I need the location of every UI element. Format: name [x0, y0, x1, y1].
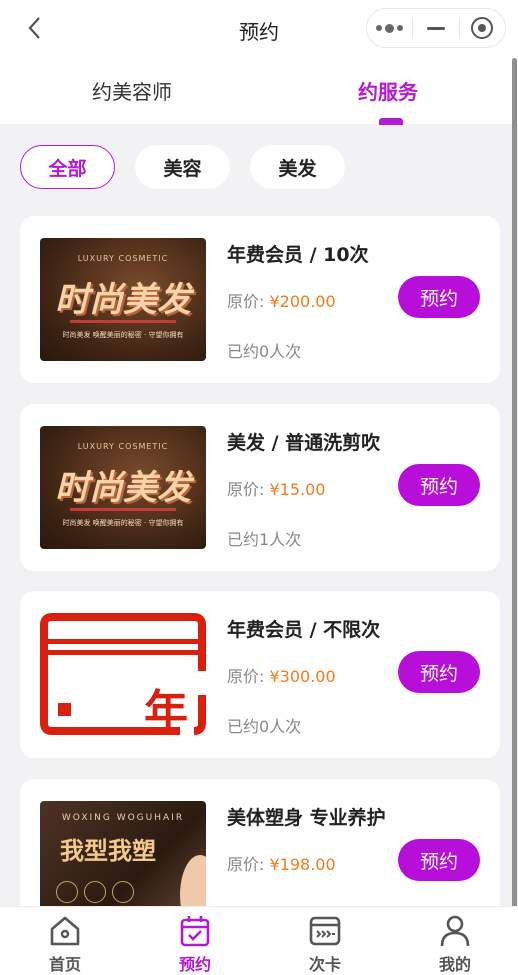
book-button[interactable]: 预约	[398, 276, 480, 318]
poster-main-text: 时尚美发	[55, 468, 191, 508]
service-price: 原价: ¥300.00	[227, 663, 336, 687]
price-value: ¥15.00	[269, 480, 326, 499]
booked-count: 已约0人次	[227, 717, 302, 736]
service-image: LUXURY COSMETIC 时尚美发 时尚美发 唤醒美丽的秘密 · 守望你拥…	[40, 426, 206, 549]
poster-top-text: LUXURY COSMETIC	[77, 442, 169, 451]
price-value: ¥200.00	[269, 292, 336, 311]
tabbar-item-card[interactable]: 次卡	[285, 913, 365, 975]
price-value: ¥198.00	[269, 855, 336, 874]
user-icon	[437, 913, 473, 949]
price-label: 原价:	[227, 667, 265, 686]
poster-divider	[70, 508, 176, 511]
tabbar-label: 我的	[438, 955, 471, 974]
poster-main-text: 时尚美发	[55, 280, 191, 320]
filter-all[interactable]: 全部	[20, 145, 115, 189]
service-title: 美体塑身 专业养护	[227, 807, 386, 829]
tabbar-label: 次卡	[308, 955, 341, 974]
target-icon[interactable]	[460, 9, 505, 47]
calendar-check-icon	[177, 913, 213, 949]
service-price: 原价: ¥15.00	[227, 476, 325, 500]
price-label: 原价:	[227, 855, 265, 874]
poster-badges	[56, 881, 134, 903]
tabbar-item-profile[interactable]: 我的	[415, 913, 495, 975]
year-card-icon: 年	[40, 613, 206, 736]
year-card-text: 年	[144, 686, 188, 736]
poster-divider	[70, 320, 176, 323]
service-image: 年	[40, 613, 206, 736]
service-title: 年费会员 / 不限次	[227, 619, 381, 641]
home-icon	[47, 913, 83, 949]
booked-count: 已约1人次	[227, 530, 302, 549]
category-filter: 全部 美容 美发	[20, 145, 345, 189]
poster-top-text: LUXURY COSMETIC	[77, 254, 169, 263]
tabbar-item-booking[interactable]: 预约	[155, 913, 235, 975]
poster-caption: 时尚美发 唤醒美丽的秘密 · 守望你拥有	[62, 331, 184, 339]
navigation-bar: 预约	[0, 0, 518, 58]
price-value: ¥300.00	[269, 667, 336, 686]
service-card[interactable]: LUXURY COSMETIC 时尚美发 时尚美发 唤醒美丽的秘密 · 守望你拥…	[20, 404, 500, 571]
more-dots-icon[interactable]	[367, 9, 412, 47]
filter-beauty[interactable]: 美容	[135, 145, 230, 189]
tabbar-item-home[interactable]: 首页	[25, 913, 105, 975]
book-button[interactable]: 预约	[398, 464, 480, 506]
bottom-tab-bar: 首页 预约 次卡 我的	[0, 906, 518, 975]
poster-top-text: WOXING WOGUHAIR	[61, 813, 185, 823]
mini-program-capsule	[366, 8, 506, 48]
service-price: 原价: ¥200.00	[227, 288, 336, 312]
filter-hair[interactable]: 美发	[250, 145, 345, 189]
service-title: 年费会员 / 10次	[227, 244, 369, 266]
card-icon	[307, 913, 343, 949]
tabbar-label: 预约	[178, 955, 211, 974]
scrollbar[interactable]	[512, 58, 517, 916]
poster-caption: 时尚美发 唤醒美丽的秘密 · 守望你拥有	[62, 519, 184, 527]
price-label: 原价:	[227, 292, 265, 311]
minimize-icon[interactable]	[413, 9, 458, 47]
book-button[interactable]: 预约	[398, 651, 480, 693]
poster-main-text: 我型我塑	[60, 837, 156, 865]
book-button[interactable]: 预约	[398, 839, 480, 881]
service-card[interactable]: LUXURY COSMETIC 时尚美发 时尚美发 唤醒美丽的秘密 · 守望你拥…	[20, 216, 500, 383]
segment-tabs: 约美容师 约服务	[0, 58, 518, 124]
tabbar-label: 首页	[48, 955, 81, 974]
active-tab-indicator	[379, 118, 403, 125]
price-label: 原价:	[227, 480, 265, 499]
service-image: LUXURY COSMETIC 时尚美发 时尚美发 唤醒美丽的秘密 · 守望你拥…	[40, 238, 206, 361]
service-price: 原价: ¥198.00	[227, 851, 336, 875]
tab-beautician[interactable]: 约美容师	[92, 76, 172, 105]
tab-service[interactable]: 约服务	[358, 76, 418, 105]
service-card[interactable]: 年 年费会员 / 不限次 原价: ¥300.00 已约0人次 预约	[20, 591, 500, 758]
booked-count: 已约0人次	[227, 342, 302, 361]
service-title: 美发 / 普通洗剪吹	[227, 432, 381, 454]
